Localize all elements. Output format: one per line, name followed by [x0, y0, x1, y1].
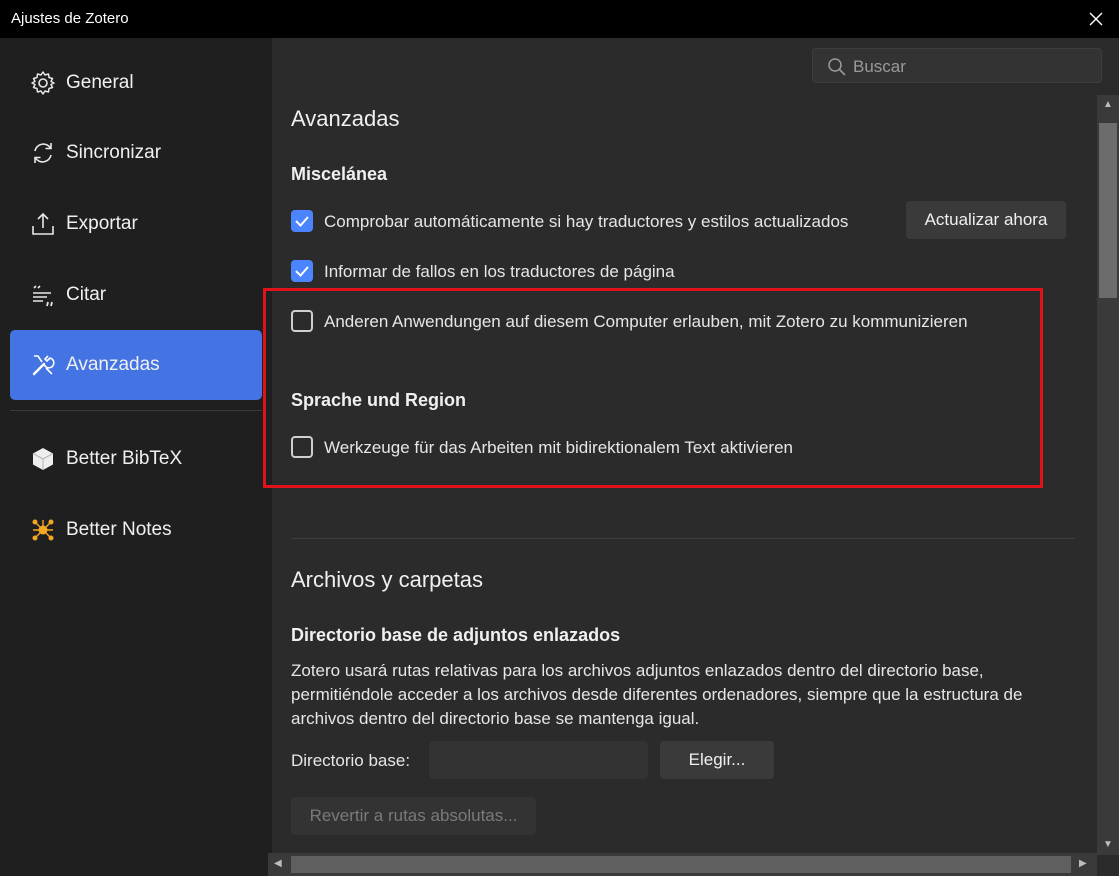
sidebar-item-exportar[interactable]: Exportar	[10, 189, 262, 259]
search-input[interactable]: Buscar	[812, 48, 1102, 83]
notes-icon	[32, 519, 54, 541]
close-icon[interactable]	[1083, 6, 1109, 32]
base-dir-field[interactable]	[429, 741, 648, 779]
scroll-up-icon[interactable]: ▲	[1103, 99, 1113, 110]
section-title-avanzadas: Avanzadas	[291, 106, 400, 131]
auto-check-label: Comprobar automáticamente si hay traduct…	[324, 212, 849, 231]
sidebar-item-avanzadas[interactable]: Avanzadas	[10, 330, 262, 400]
window-title: Ajustes de Zotero	[11, 10, 129, 27]
sidebar-item-citar[interactable]: Citar	[10, 260, 262, 330]
red-highlight-box	[263, 288, 1043, 488]
base-dir-description: archivos dentro del directorio base se m…	[291, 709, 700, 728]
report-errors-label: Informar de fallos en los traductores de…	[324, 262, 675, 281]
sync-icon	[34, 143, 52, 163]
update-now-button[interactable]: Actualizar ahora	[906, 201, 1066, 239]
horizontal-scroll-thumb[interactable]	[291, 856, 1071, 873]
base-dir-description: permitiéndole acceder a los archivos des…	[291, 685, 1023, 704]
scroll-down-icon[interactable]: ▼	[1103, 839, 1113, 850]
sidebar-divider	[10, 410, 262, 411]
sidebar-item-general[interactable]: General	[10, 48, 262, 118]
sidebar-item-label: General	[66, 72, 134, 93]
base-dir-label: Directorio base:	[291, 751, 411, 770]
tools-icon	[32, 355, 55, 376]
misc-heading: Miscelánea	[291, 164, 388, 184]
search-icon	[828, 58, 846, 76]
search-placeholder: Buscar	[853, 57, 906, 76]
base-dir-description: Zotero usará rutas relativas para los ar…	[291, 661, 984, 680]
sidebar-item-sincronizar[interactable]: Sincronizar	[10, 118, 262, 188]
cite-icon	[33, 285, 53, 307]
sidebar: General Sincronizar Exportar Citar Avanz…	[0, 38, 272, 876]
checkmark-icon	[295, 266, 309, 277]
sidebar-item-label: Exportar	[66, 213, 138, 234]
sidebar-item-label: Better Notes	[66, 519, 172, 540]
revert-absolute-button[interactable]: Revertir a rutas absolutas...	[291, 797, 536, 835]
sidebar-item-label: Better BibTeX	[66, 448, 183, 469]
scroll-right-icon[interactable]: ▶	[1079, 858, 1087, 869]
scroll-left-icon[interactable]: ◀	[274, 858, 282, 869]
bibtex-icon	[32, 448, 54, 470]
section-title-files: Archivos y carpetas	[291, 567, 483, 592]
sidebar-item-label: Citar	[66, 284, 107, 305]
vertical-scroll-thumb[interactable]	[1099, 123, 1117, 298]
horizontal-scrollbar[interactable]: ◀ ▶	[268, 853, 1097, 876]
sidebar-item-better-bibtex[interactable]: Better BibTeX	[10, 424, 262, 494]
title-bar: Ajustes de Zotero	[0, 0, 1119, 38]
base-dir-heading: Directorio base de adjuntos enlazados	[291, 625, 621, 645]
checkmark-icon	[295, 216, 309, 227]
sidebar-item-better-notes[interactable]: Better Notes	[10, 495, 262, 565]
vertical-scrollbar[interactable]: ▲ ▼	[1097, 95, 1119, 855]
report-errors-checkbox[interactable]	[291, 260, 313, 282]
auto-check-checkbox[interactable]	[291, 210, 313, 232]
choose-button[interactable]: Elegir...	[660, 741, 774, 779]
section-divider	[291, 538, 1075, 539]
sidebar-item-label: Avanzadas	[66, 354, 160, 375]
sidebar-item-label: Sincronizar	[66, 142, 162, 163]
gear-icon	[31, 71, 55, 95]
export-icon	[32, 212, 54, 235]
